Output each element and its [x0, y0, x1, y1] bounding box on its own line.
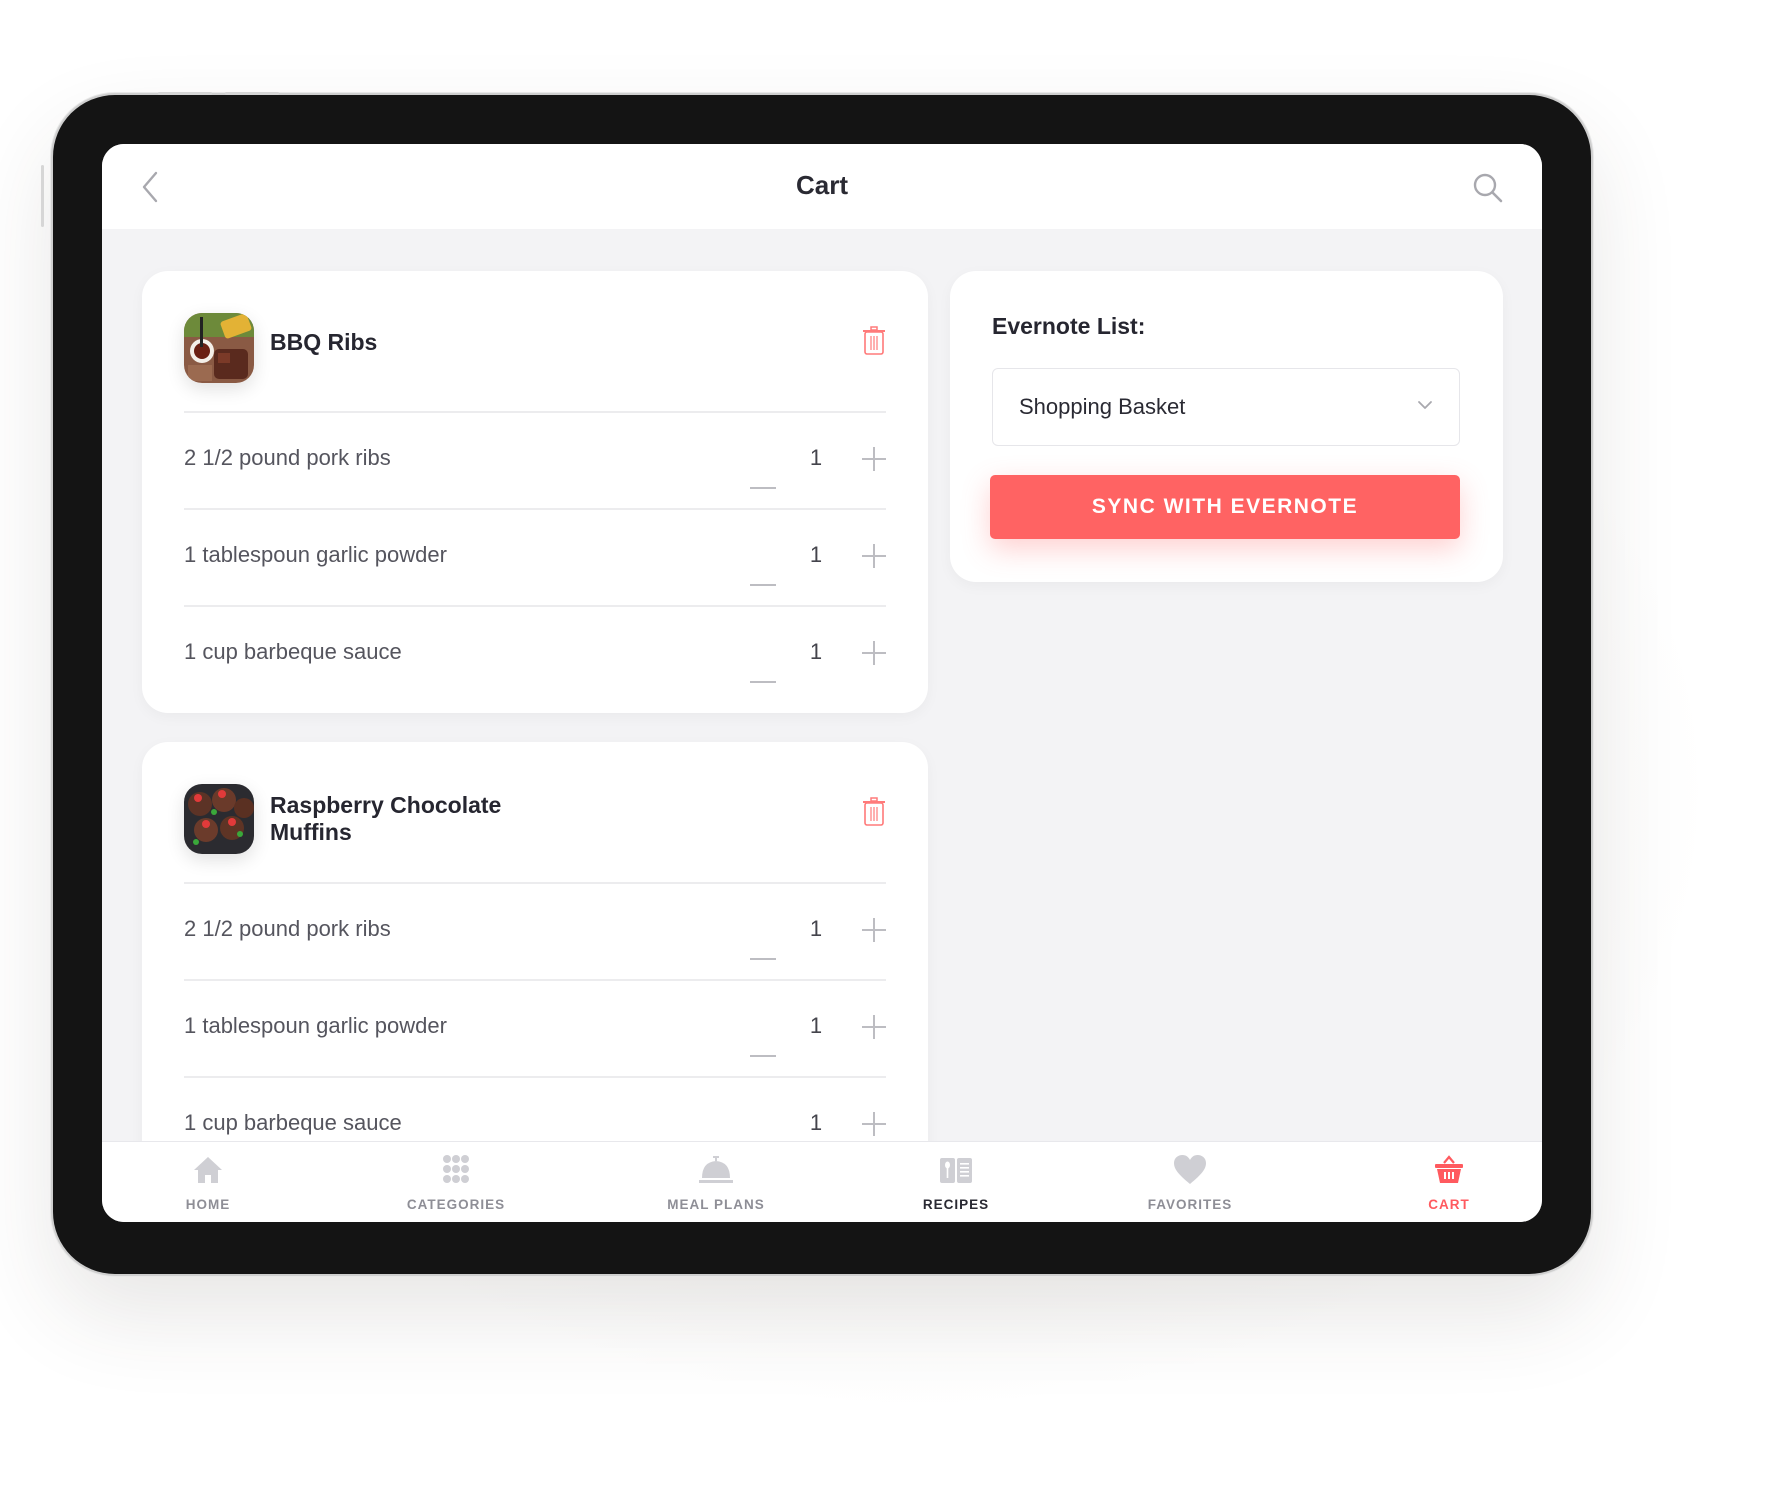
- basket-icon: [1435, 1155, 1463, 1183]
- minus-icon: [750, 487, 776, 489]
- quantity-value: 1: [809, 916, 823, 941]
- muffins-image: [184, 784, 254, 854]
- ingredient-row: 2 1/2 pound pork ribs 1: [184, 882, 886, 981]
- evernote-list-label: Evernote List:: [992, 313, 1146, 339]
- tab-favorites[interactable]: FAVORITES: [1090, 1142, 1290, 1222]
- app-screen: Cart BBQ Ribs 2 1/2 pound pork ribs 1 1 …: [102, 144, 1542, 1222]
- nav-header: Cart: [102, 144, 1542, 229]
- ingredient-label: 2 1/2 pound pork ribs: [184, 445, 391, 470]
- recipe-card: BBQ Ribs 2 1/2 pound pork ribs 1 1 table…: [142, 271, 928, 713]
- volume-button: [41, 165, 44, 227]
- top-button-2: [225, 92, 279, 95]
- decrease-quantity-button[interactable]: [740, 1106, 786, 1154]
- increase-quantity-button[interactable]: [862, 544, 886, 568]
- delete-recipe-button[interactable]: [862, 797, 886, 827]
- ingredient-label: 1 cup barbeque sauce: [184, 639, 402, 664]
- recipe-book-icon: [940, 1158, 972, 1183]
- delete-recipe-button[interactable]: [862, 326, 886, 356]
- decrease-quantity-button[interactable]: [740, 635, 786, 683]
- tab-label: CART: [1428, 1197, 1470, 1212]
- tab-label: MEAL PLANS: [667, 1197, 765, 1212]
- top-button-1: [158, 92, 212, 95]
- recipe-name: Raspberry Chocolate Muffins: [270, 792, 501, 846]
- tab-label: FAVORITES: [1147, 1197, 1233, 1212]
- trash-icon: [863, 797, 885, 826]
- home-icon: [194, 1157, 222, 1183]
- recipe-thumbnail[interactable]: [184, 313, 254, 383]
- quantity-value: 1: [809, 1110, 823, 1135]
- bbq-ribs-image: [184, 313, 254, 383]
- minus-icon: [750, 584, 776, 586]
- tab-label: RECIPES: [922, 1197, 990, 1212]
- quantity-value: 1: [809, 542, 823, 567]
- search-icon: [1473, 173, 1503, 203]
- ingredient-label: 1 tablespoun garlic powder: [184, 542, 447, 567]
- quantity-value: 1: [809, 639, 823, 664]
- tab-label: CATEGORIES: [406, 1197, 506, 1212]
- quantity-value: 1: [809, 1013, 823, 1038]
- cloche-icon: [699, 1156, 733, 1183]
- page-title: Cart: [795, 170, 848, 200]
- recipe-name-line1: Raspberry Chocolate: [270, 792, 502, 818]
- minus-icon: [750, 1055, 776, 1057]
- recipe-thumbnail[interactable]: [184, 784, 254, 854]
- increase-quantity-button[interactable]: [862, 1112, 886, 1136]
- evernote-list-select[interactable]: Shopping Basket: [992, 368, 1460, 446]
- quantity-value: 1: [809, 445, 823, 470]
- recipe-name: BBQ Ribs: [270, 329, 378, 355]
- minus-icon: [750, 958, 776, 960]
- increase-quantity-button[interactable]: [862, 641, 886, 665]
- recipe-header: BBQ Ribs: [184, 271, 886, 411]
- decrease-quantity-button[interactable]: [740, 538, 786, 586]
- increase-quantity-button[interactable]: [862, 447, 886, 471]
- increase-quantity-button[interactable]: [862, 918, 886, 942]
- tab-categories[interactable]: CATEGORIES: [356, 1142, 556, 1222]
- chevron-down-icon: [1418, 401, 1432, 409]
- minus-icon: [750, 681, 776, 683]
- ingredient-label: 2 1/2 pound pork ribs: [184, 916, 391, 941]
- bottom-tab-bar: HOME CATEGORIES MEAL PLANS RECIPES FAVOR…: [102, 1141, 1542, 1222]
- recipe-name-line2: Muffins: [270, 819, 352, 845]
- tab-label: HOME: [185, 1197, 231, 1212]
- ingredient-row: 1 tablespoun garlic powder 1: [184, 979, 886, 1078]
- decrease-quantity-button[interactable]: [740, 1009, 786, 1057]
- trash-icon: [863, 326, 885, 355]
- selected-list-value: Shopping Basket: [1019, 394, 1186, 419]
- tab-home[interactable]: HOME: [108, 1142, 308, 1222]
- evernote-card: Evernote List: Shopping Basket SYNC WITH…: [950, 271, 1503, 582]
- tab-cart[interactable]: CART: [1349, 1142, 1542, 1222]
- increase-quantity-button[interactable]: [862, 1015, 886, 1039]
- heart-icon: [1174, 1155, 1206, 1184]
- sync-with-evernote-button[interactable]: SYNC WITH EVERNOTE: [990, 475, 1460, 539]
- tab-recipes[interactable]: RECIPES: [856, 1142, 1056, 1222]
- tab-meal-plans[interactable]: MEAL PLANS: [616, 1142, 816, 1222]
- ingredient-row: 1 cup barbeque sauce 1: [184, 605, 886, 704]
- decrease-quantity-button[interactable]: [740, 441, 786, 489]
- ingredient-label: 1 tablespoun garlic powder: [184, 1013, 447, 1038]
- ingredient-row: 2 1/2 pound pork ribs 1: [184, 411, 886, 510]
- recipe-header: Raspberry Chocolate Muffins: [184, 742, 886, 882]
- ingredient-row: 1 tablespoun garlic powder 1: [184, 508, 886, 607]
- search-button[interactable]: [1472, 172, 1504, 204]
- decrease-quantity-button[interactable]: [740, 912, 786, 960]
- grid-icon: [443, 1155, 469, 1183]
- ingredient-label: 1 cup barbeque sauce: [184, 1110, 402, 1135]
